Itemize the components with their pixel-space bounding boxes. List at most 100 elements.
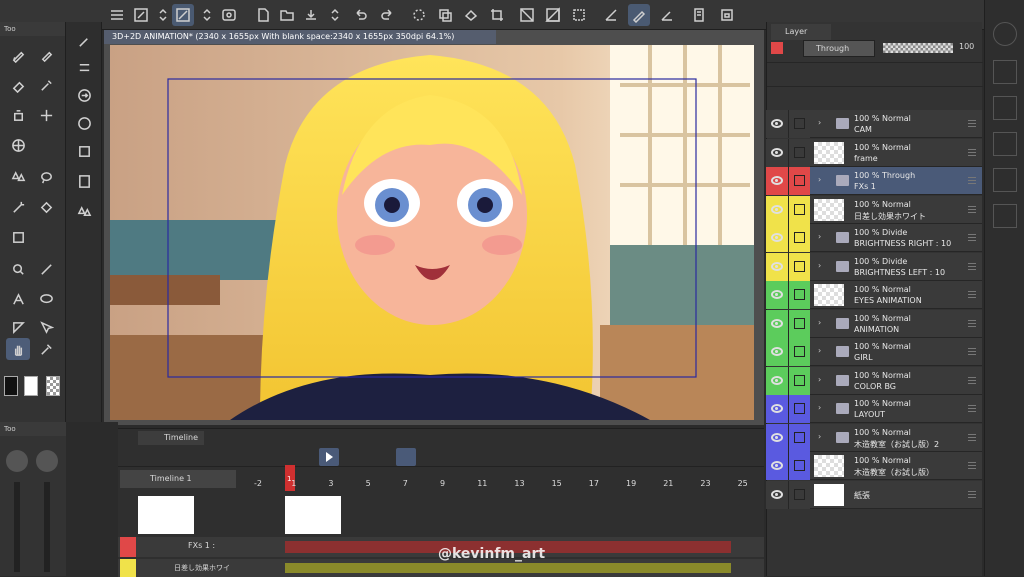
text-tool-icon[interactable] [6,288,30,310]
lock-checkbox[interactable] [794,431,805,443]
layer-lock-cell[interactable] [788,338,810,366]
drag-handle-icon[interactable] [968,291,976,298]
crop-icon[interactable] [486,4,508,26]
lock-checkbox[interactable] [794,488,805,500]
redo-icon[interactable] [376,4,398,26]
hand-tool-icon[interactable] [6,338,30,360]
menu-icon[interactable] [106,4,128,26]
layer-row[interactable]: › 100 % Through FXs 1 [766,167,982,195]
lock-checkbox[interactable] [794,317,805,329]
layer-visibility-cell[interactable] [766,480,788,509]
eye-icon[interactable] [771,404,783,413]
eye-icon[interactable] [771,233,783,242]
layer-panel-tab[interactable]: Layer [771,24,831,40]
pen-tool-icon[interactable] [6,44,30,66]
eyedropper-icon[interactable] [34,74,58,96]
transparent-color-swatch[interactable] [46,376,60,396]
expand-caret-icon[interactable]: › [818,375,821,384]
drag-handle-icon[interactable] [968,348,976,355]
lock-checkbox[interactable] [794,460,805,471]
lock-checkbox[interactable] [794,203,805,215]
expand-caret-icon[interactable]: › [818,346,821,355]
play-button[interactable] [319,448,339,466]
layer-visibility-cell[interactable] [766,281,788,309]
layer-row[interactable]: › 100 % Divide BRIGHTNESS RIGHT : 10 [766,224,982,252]
layer-row[interactable]: › 100 % Normal CAM [766,110,982,138]
layer-lock-cell[interactable] [788,252,810,281]
figure-icon[interactable] [6,258,30,280]
material-icon[interactable] [993,96,1017,120]
drag-handle-icon[interactable] [968,490,976,498]
expand-caret-icon[interactable]: › [818,232,821,241]
gradient-icon[interactable] [6,226,30,248]
sub-color-swatch[interactable] [24,376,38,396]
density-slider[interactable] [44,482,50,572]
drag-handle-icon[interactable] [968,376,976,384]
layer-lock-cell[interactable] [788,309,810,338]
settings-icon[interactable] [716,4,738,26]
blend-drops-icon[interactable] [6,166,30,188]
drag-handle-icon[interactable] [968,433,976,441]
opacity-slider[interactable] [883,43,953,53]
lock-checkbox[interactable] [794,175,805,186]
layer-visibility-cell[interactable] [766,395,788,423]
layer-visibility-cell[interactable] [766,423,788,452]
canvas-artwork[interactable] [110,45,754,420]
line-tool-icon[interactable] [34,258,58,280]
layer-lock-cell[interactable] [788,452,810,480]
stepper-icon-3[interactable] [324,4,346,26]
drag-handle-icon[interactable] [968,262,976,270]
expand-caret-icon[interactable]: › [818,118,821,127]
deselect-icon[interactable] [516,4,538,26]
brush-density-dial[interactable] [36,450,58,472]
sliders-icon[interactable] [72,56,96,78]
eye-icon[interactable] [771,204,783,214]
layer-row[interactable]: › 100 % Normal LAYOUT [766,395,982,423]
brush-snap-icon[interactable] [628,4,650,26]
layer-row[interactable]: 紙張 [766,480,982,509]
new-file-icon[interactable] [252,4,274,26]
window-icon[interactable] [993,204,1017,228]
layer-lock-cell[interactable] [788,480,810,509]
transform-icon[interactable] [172,4,194,26]
layer-visibility-cell[interactable] [766,309,788,338]
layer-row[interactable]: › 100 % Normal ANIMATION [766,309,982,338]
fill-bucket-icon[interactable] [34,196,58,218]
layer-visibility-cell[interactable] [766,195,788,224]
eye-icon[interactable] [771,147,783,157]
drag-handle-icon[interactable] [968,234,976,241]
view-icon[interactable] [218,4,240,26]
size-slider[interactable] [14,482,20,572]
ink-tool-icon[interactable] [34,44,58,66]
layers-icon[interactable] [993,132,1017,156]
main-color-swatch[interactable] [4,376,18,396]
ruler-icon[interactable] [600,4,622,26]
color-picker-icon[interactable] [34,338,58,360]
open-folder-icon[interactable] [276,4,298,26]
navigator-icon[interactable] [993,22,1017,46]
layer-visibility-cell[interactable] [766,138,788,167]
properties-icon[interactable] [993,60,1017,84]
eye-icon[interactable] [771,432,783,442]
layer-visibility-cell[interactable] [766,224,788,252]
square-icon[interactable] [72,140,96,162]
eye-icon[interactable] [771,176,783,185]
drag-handle-icon[interactable] [968,177,976,184]
frame-border-icon[interactable] [6,316,30,338]
drops-icon[interactable] [72,200,96,222]
timeline-tab[interactable]: Timeline [138,431,204,445]
eye-icon[interactable] [771,290,783,299]
layer-lock-cell[interactable] [788,195,810,224]
expand-caret-icon[interactable]: › [818,175,821,184]
circle-icon[interactable] [72,112,96,134]
fill-icon[interactable] [460,4,482,26]
brush-size-dial[interactable] [6,450,28,472]
layer-lock-cell[interactable] [788,224,810,252]
sparkle-icon[interactable] [34,104,58,126]
layer-row[interactable]: 100 % Normal 木造教室（お試し版） [766,452,982,480]
blend-mode-select[interactable]: Through [803,40,875,57]
layer-lock-cell[interactable] [788,423,810,452]
lock-checkbox[interactable] [794,118,805,129]
expand-caret-icon[interactable]: › [818,403,821,412]
gallery-icon[interactable] [993,168,1017,192]
